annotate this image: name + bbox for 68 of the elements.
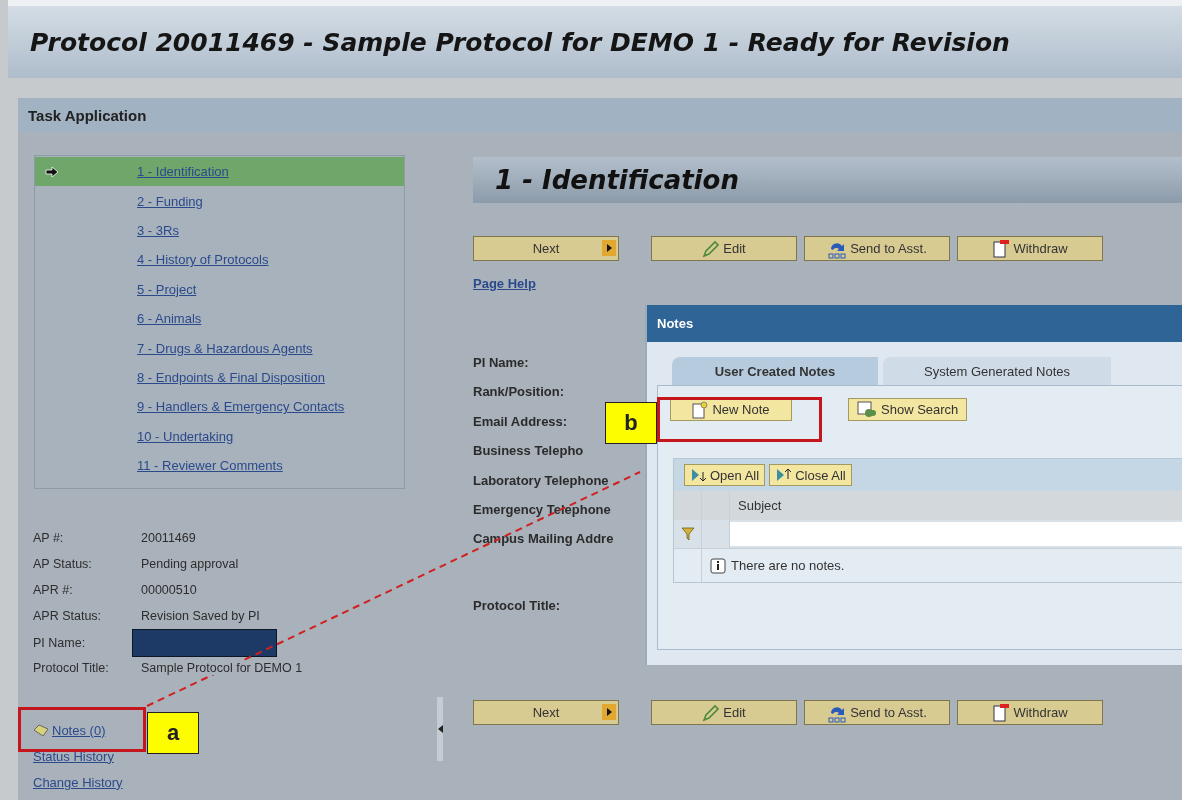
step-link[interactable]: 6 - Animals (137, 311, 202, 327)
toolbar-button[interactable]: Close All (769, 464, 852, 486)
page-title: Protocol 20011469 - Sample Protocol for DEMO 1 - Ready for Revision (30, 27, 1010, 57)
action-button[interactable]: Send to Asst. (804, 236, 950, 261)
dialog-title: Notes (657, 316, 694, 331)
pencil-icon (702, 703, 721, 722)
step-link[interactable]: 11 - Reviewer Comments (137, 458, 283, 474)
field-label: Email Address: (473, 412, 568, 431)
step-link[interactable]: 5 - Project (137, 281, 197, 297)
info-value: Sample Protocol for DEMO 1 (141, 661, 303, 676)
step-link[interactable]: 4 - History of Protocols (137, 252, 269, 268)
sidebar-link[interactable]: Status History (33, 748, 114, 764)
page-help-link[interactable]: Page Help (473, 276, 536, 291)
arrow-icon (45, 165, 59, 178)
collapse-handle[interactable] (437, 697, 443, 761)
info-label: AP Status: (33, 557, 93, 572)
step-link[interactable]: 3 - 3Rs (137, 222, 179, 238)
callout-label: b (605, 402, 657, 444)
dialog-button[interactable]: Show Search (848, 398, 968, 421)
step-link[interactable]: 9 - Handlers & Emergency Contacts (137, 399, 345, 415)
callout-label: a (147, 712, 199, 754)
action-button[interactable]: Edit (651, 236, 797, 261)
info-label: APR #: (33, 583, 74, 598)
pencil-icon (702, 239, 721, 258)
action-button[interactable]: Next (473, 236, 619, 261)
action-button[interactable]: Next (473, 700, 619, 726)
action-button[interactable]: Withdraw (957, 236, 1103, 261)
step-link[interactable]: 2 - Funding (137, 193, 203, 209)
sidebar-link[interactable]: Change History (33, 774, 123, 790)
field-label: Business Telepho (473, 442, 584, 461)
tab[interactable]: System Generated Notes (883, 357, 1111, 385)
info-label: Protocol Title: (33, 661, 110, 676)
info-icon (710, 557, 726, 574)
step-link[interactable]: 1 - Identification (137, 164, 229, 180)
new-note-icon (692, 400, 709, 419)
tab[interactable]: User Created Notes (672, 357, 878, 385)
field-label: PI Name: (473, 354, 529, 372)
info-value: Revision Saved by PI (141, 609, 260, 624)
dialog-button[interactable]: New Note (670, 398, 792, 421)
info-label: APR Status: (33, 609, 103, 624)
toolbar-button[interactable]: Open All (684, 464, 766, 486)
filter-field[interactable] (730, 522, 1182, 546)
binoculars-icon (857, 400, 877, 419)
step-link[interactable]: 10 - Undertaking (137, 428, 234, 444)
expand-icon (690, 466, 708, 484)
action-button[interactable]: Edit (651, 700, 797, 726)
task-title: Task Application (28, 106, 147, 124)
field-label: Protocol Title: (473, 596, 561, 615)
info-value: Pending approval (141, 557, 239, 572)
document-icon (992, 238, 1011, 259)
info-label: PI Name: (33, 636, 87, 651)
action-button[interactable]: Send to Asst. (804, 700, 950, 726)
section-title: 1 - Identification (495, 165, 739, 195)
empty-message: There are no notes. (731, 558, 845, 573)
column-header: Subject (737, 497, 783, 515)
field-label: Laboratory Telephone (473, 471, 609, 490)
filter-icon[interactable] (680, 527, 695, 541)
step-link[interactable]: 7 - Drugs & Hazardous Agents (137, 340, 313, 356)
collapse-icon (775, 466, 794, 484)
info-label: AP #: (33, 531, 65, 546)
field-label: Rank/Position: (473, 383, 564, 402)
document-icon (992, 702, 1011, 723)
field-label: Emergency Telephone (473, 500, 611, 519)
step-link[interactable]: 8 - Endpoints & Final Disposition (137, 369, 325, 385)
action-button[interactable]: Withdraw (957, 700, 1103, 726)
field-label: Campus Mailing Addre (473, 530, 614, 549)
note-icon (33, 723, 49, 737)
sidebar-link[interactable]: Notes (0) (52, 722, 106, 738)
